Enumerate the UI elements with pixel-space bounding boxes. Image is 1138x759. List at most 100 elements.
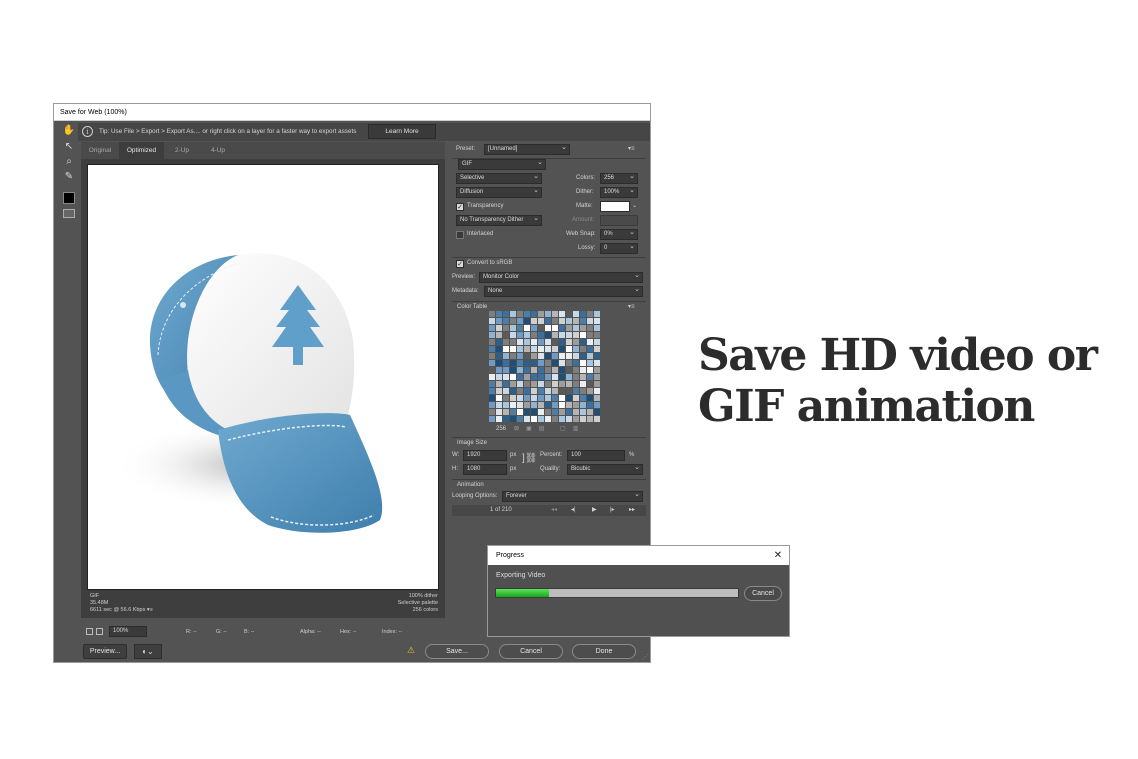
- colors-dropdown[interactable]: 256: [600, 173, 638, 184]
- color-swatch[interactable]: [489, 353, 495, 359]
- slice-select-tool-icon[interactable]: ↖: [61, 140, 77, 154]
- color-swatch[interactable]: [496, 339, 502, 345]
- color-swatch[interactable]: [559, 332, 565, 338]
- next-frame-icon[interactable]: |▸: [610, 505, 615, 516]
- color-swatch[interactable]: [552, 402, 558, 408]
- color-swatch[interactable]: [538, 360, 544, 366]
- percent-field[interactable]: 100: [567, 450, 625, 461]
- color-swatch[interactable]: [510, 395, 516, 401]
- color-swatch[interactable]: [503, 318, 509, 324]
- color-swatch[interactable]: [496, 360, 502, 366]
- color-swatch[interactable]: [559, 360, 565, 366]
- color-swatch[interactable]: [594, 325, 600, 331]
- color-swatch[interactable]: [594, 318, 600, 324]
- color-swatch[interactable]: [566, 325, 572, 331]
- color-swatch[interactable]: [531, 339, 537, 345]
- color-swatch[interactable]: [559, 325, 565, 331]
- color-swatch[interactable]: [517, 395, 523, 401]
- color-swatch[interactable]: [503, 388, 509, 394]
- dither-amount-field[interactable]: 100%: [600, 187, 638, 198]
- color-swatch[interactable]: [531, 353, 537, 359]
- color-swatch[interactable]: [552, 332, 558, 338]
- color-swatch[interactable]: [594, 395, 600, 401]
- color-swatch[interactable]: [503, 367, 509, 373]
- color-swatch[interactable]: [545, 339, 551, 345]
- color-swatch[interactable]: [587, 381, 593, 387]
- color-swatch[interactable]: [594, 402, 600, 408]
- color-swatch[interactable]: [573, 311, 579, 317]
- color-swatch[interactable]: [580, 381, 586, 387]
- color-swatch[interactable]: [566, 374, 572, 380]
- close-icon[interactable]: ✕: [771, 546, 785, 565]
- color-swatch[interactable]: [524, 374, 530, 380]
- color-swatch[interactable]: [538, 311, 544, 317]
- color-swatch[interactable]: [517, 318, 523, 324]
- color-swatch[interactable]: [489, 409, 495, 415]
- color-swatch[interactable]: [573, 353, 579, 359]
- browser-preview-icon[interactable]: ◐⌄: [134, 644, 162, 659]
- color-swatch[interactable]: [587, 374, 593, 380]
- color-swatch[interactable]: [517, 409, 523, 415]
- play-icon[interactable]: ▶: [592, 505, 597, 516]
- color-swatch[interactable]: [545, 318, 551, 324]
- color-table-tools-icon[interactable]: ⊠▣▤ ▢▥: [514, 424, 585, 435]
- color-swatch[interactable]: [531, 416, 537, 422]
- color-swatch[interactable]: [559, 409, 565, 415]
- color-swatch[interactable]: [517, 367, 523, 373]
- color-swatch[interactable]: [580, 325, 586, 331]
- color-swatch[interactable]: [510, 381, 516, 387]
- color-swatch[interactable]: [545, 416, 551, 422]
- color-swatch[interactable]: [594, 353, 600, 359]
- color-swatch[interactable]: [559, 367, 565, 373]
- color-swatch[interactable]: [545, 381, 551, 387]
- zoom-level-field[interactable]: 100%: [109, 626, 147, 637]
- optimize-menu-icon[interactable]: ▾≡: [628, 144, 635, 155]
- color-swatch[interactable]: [545, 353, 551, 359]
- matte-dropdown-icon[interactable]: ⌄: [632, 201, 637, 212]
- color-swatch[interactable]: [517, 311, 523, 317]
- color-swatch[interactable]: [580, 332, 586, 338]
- color-swatch[interactable]: [503, 395, 509, 401]
- color-swatch[interactable]: [559, 388, 565, 394]
- color-swatch[interactable]: [587, 416, 593, 422]
- color-swatch[interactable]: [538, 325, 544, 331]
- color-swatch[interactable]: [489, 395, 495, 401]
- color-swatch[interactable]: [587, 311, 593, 317]
- color-swatch[interactable]: [587, 409, 593, 415]
- color-reduction-dropdown[interactable]: Selective: [456, 173, 542, 184]
- color-swatch[interactable]: [503, 409, 509, 415]
- cancel-button[interactable]: Cancel: [499, 644, 563, 659]
- previous-frame-icon[interactable]: ◂|: [571, 505, 576, 516]
- color-swatch[interactable]: [580, 353, 586, 359]
- preview-button[interactable]: Preview...: [83, 644, 127, 659]
- color-swatch[interactable]: [594, 339, 600, 345]
- color-swatch[interactable]: [531, 332, 537, 338]
- color-swatch[interactable]: [517, 325, 523, 331]
- color-swatch[interactable]: [573, 360, 579, 366]
- color-swatch[interactable]: [545, 311, 551, 317]
- color-swatch[interactable]: [510, 367, 516, 373]
- color-swatch[interactable]: [594, 416, 600, 422]
- color-swatch[interactable]: [566, 409, 572, 415]
- color-swatch[interactable]: [510, 353, 516, 359]
- color-swatch[interactable]: [538, 416, 544, 422]
- color-swatch[interactable]: [566, 332, 572, 338]
- color-swatch[interactable]: [580, 339, 586, 345]
- color-swatch[interactable]: [545, 374, 551, 380]
- color-swatch[interactable]: [496, 318, 502, 324]
- color-swatch[interactable]: [580, 318, 586, 324]
- color-swatch[interactable]: [587, 395, 593, 401]
- learn-more-button[interactable]: Learn More: [368, 124, 436, 139]
- color-swatch[interactable]: [594, 332, 600, 338]
- color-swatch[interactable]: [531, 367, 537, 373]
- color-swatch[interactable]: [524, 409, 530, 415]
- color-swatch[interactable]: [587, 388, 593, 394]
- color-swatch[interactable]: [510, 374, 516, 380]
- color-swatch[interactable]: [559, 318, 565, 324]
- color-swatch[interactable]: [545, 367, 551, 373]
- color-swatch[interactable]: [510, 332, 516, 338]
- color-swatch[interactable]: [531, 374, 537, 380]
- color-swatch[interactable]: [524, 367, 530, 373]
- color-swatch[interactable]: [524, 395, 530, 401]
- color-swatch[interactable]: [503, 332, 509, 338]
